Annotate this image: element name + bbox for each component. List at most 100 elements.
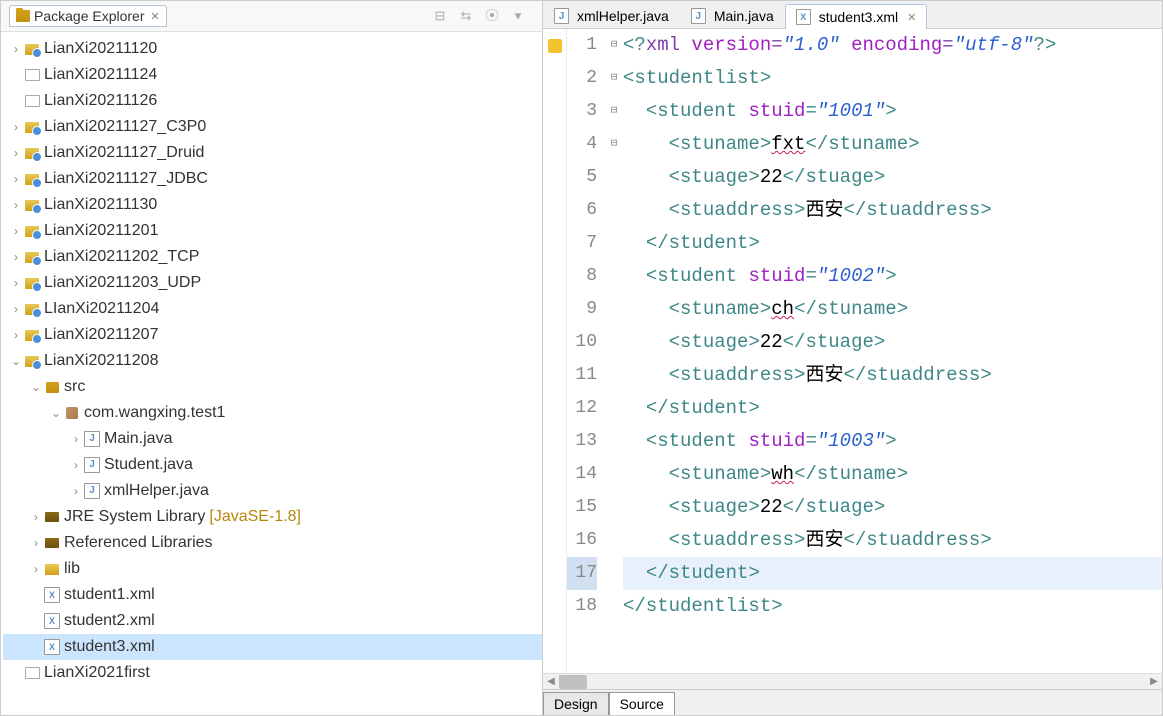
code-line[interactable]: </student> [623,227,1162,260]
tree-item[interactable]: ›LianXi20211201 [3,218,542,244]
expand-icon[interactable]: › [9,194,23,216]
code-line[interactable]: <stuage>22</stuage> [623,161,1162,194]
expand-icon[interactable]: › [9,272,23,294]
explorer-header: Package Explorer ✕ ⊟ ⇆ ⦿ ▾ [1,1,542,32]
expand-icon[interactable]: › [9,220,23,242]
close-tab-icon[interactable]: ✕ [907,11,916,24]
tree-item[interactable]: ›LianXi20211127_C3P0 [3,114,542,140]
proj-icon [23,327,41,343]
tree-item[interactable]: ›LianXi20211203_UDP [3,270,542,296]
proj-icon [23,223,41,239]
expand-icon[interactable]: › [29,532,43,554]
line-number-gutter: 123456789101112131415161718 [567,29,607,673]
expand-icon[interactable]: › [9,142,23,164]
tree-item[interactable]: student2.xml [3,608,542,634]
line-number: 10 [567,326,597,359]
horizontal-scrollbar[interactable]: ◀ ▶ [543,673,1162,689]
fold-collapse-icon[interactable]: ⊟ [607,29,621,62]
expand-icon[interactable]: › [9,324,23,346]
tree-item[interactable]: ⌄com.wangxing.test1 [3,400,542,426]
collapse-all-icon[interactable]: ⊟ [432,8,448,24]
expand-icon[interactable]: › [9,168,23,190]
collapse-icon[interactable]: ⌄ [29,376,43,398]
code-line[interactable]: <?xml version="1.0" encoding="utf-8"?> [623,29,1162,62]
tree-item[interactable]: ›Main.java [3,426,542,452]
folder-closed-icon [23,67,41,83]
code-line[interactable]: <stuage>22</stuage> [623,491,1162,524]
fold-collapse-icon[interactable]: ⊟ [607,128,621,161]
source-tab[interactable]: Source [609,692,675,715]
editor-area[interactable]: 123456789101112131415161718 ⊟⊟⊟⊟ <?xml v… [543,29,1162,673]
scroll-left-arrow-icon[interactable]: ◀ [544,675,558,689]
warning-marker-icon[interactable] [548,39,562,53]
explorer-title-tab[interactable]: Package Explorer ✕ [9,5,167,27]
link-editor-icon[interactable]: ⇆ [458,8,474,24]
tree-item[interactable]: ›lib [3,556,542,582]
tree-item[interactable]: ›LianXi20211127_Druid [3,140,542,166]
tree-item[interactable]: ›JRE System Library[JavaSE-1.8] [3,504,542,530]
tree-item[interactable]: ⌄LianXi20211208 [3,348,542,374]
focus-icon[interactable]: ⦿ [484,8,500,24]
code-line[interactable]: <stuname>wh</stuname> [623,458,1162,491]
line-number: 6 [567,194,597,227]
editor-tab[interactable]: Main.java [680,3,785,28]
tree-item[interactable]: › Referenced Libraries [3,530,542,556]
scrollbar-thumb[interactable] [559,675,587,689]
code-line[interactable]: <stuaddress>西安</stuaddress> [623,194,1162,227]
line-number: 5 [567,161,597,194]
expand-icon[interactable]: › [9,38,23,60]
xml-icon [43,613,61,629]
expand-icon[interactable]: › [9,246,23,268]
tree-item[interactable]: student3.xml [3,634,542,660]
editor-tab[interactable]: student3.xml✕ [785,4,928,29]
xml-icon [43,587,61,603]
code-line[interactable]: </student> [623,392,1162,425]
tree-item[interactable]: LianXi2021first [3,660,542,686]
expand-icon[interactable]: › [9,116,23,138]
tree-item[interactable]: ›LIanXi20211204 [3,296,542,322]
code-line[interactable]: <student stuid="1002"> [623,260,1162,293]
tree-item[interactable]: ›LianXi20211130 [3,192,542,218]
code-line[interactable]: <stuage>22</stuage> [623,326,1162,359]
tree-item[interactable]: LianXi20211124 [3,62,542,88]
expand-icon[interactable]: › [69,428,83,450]
fold-collapse-icon[interactable]: ⊟ [607,95,621,128]
code-line[interactable]: </student> [623,557,1162,590]
expand-icon[interactable]: › [69,480,83,502]
tree-item[interactable]: ›LianXi20211127_JDBC [3,166,542,192]
tree-item-label: Referenced Libraries [64,532,213,554]
design-tab[interactable]: Design [543,692,609,715]
tree-item[interactable]: ›xmlHelper.java [3,478,542,504]
tree-item[interactable]: ›LianXi20211120 [3,36,542,62]
editor-tab[interactable]: xmlHelper.java [543,3,680,28]
tree-item[interactable]: ›LianXi20211207 [3,322,542,348]
code-line[interactable]: <studentlist> [623,62,1162,95]
scroll-right-arrow-icon[interactable]: ▶ [1147,675,1161,689]
editor-tab-bar: xmlHelper.javaMain.javastudent3.xml✕ [543,1,1162,29]
code-line[interactable]: <stuaddress>西安</stuaddress> [623,524,1162,557]
code-line[interactable]: <stuname>fxt</stuname> [623,128,1162,161]
expand-icon[interactable]: › [29,558,43,580]
code-line[interactable]: <student stuid="1001"> [623,95,1162,128]
code-line[interactable]: </studentlist> [623,590,1162,623]
tree-item[interactable]: LianXi20211126 [3,88,542,114]
code-line[interactable]: <stuaddress>西安</stuaddress> [623,359,1162,392]
expand-icon[interactable]: › [29,506,43,528]
expand-icon[interactable]: › [9,298,23,320]
collapse-icon[interactable]: ⌄ [9,350,23,372]
tree-item[interactable]: ›Student.java [3,452,542,478]
tree-item[interactable]: student1.xml [3,582,542,608]
code-line[interactable]: <student stuid="1003"> [623,425,1162,458]
collapse-icon[interactable]: ⌄ [49,402,63,424]
lib-icon [43,509,61,525]
expand-icon[interactable]: › [69,454,83,476]
explorer-tree-scroll[interactable]: ›LianXi20211120LianXi20211124LianXi20211… [1,32,542,715]
tree-item[interactable]: ›LianXi20211202_TCP [3,244,542,270]
code-line[interactable]: <stuname>ch</stuname> [623,293,1162,326]
view-menu-icon[interactable]: ▾ [510,8,526,24]
tree-item-label: LianXi2021first [44,662,150,684]
tree-item[interactable]: ⌄src [3,374,542,400]
fold-collapse-icon[interactable]: ⊟ [607,62,621,95]
close-explorer-icon[interactable]: ✕ [151,10,160,23]
code-content[interactable]: <?xml version="1.0" encoding="utf-8"?><s… [621,29,1162,673]
